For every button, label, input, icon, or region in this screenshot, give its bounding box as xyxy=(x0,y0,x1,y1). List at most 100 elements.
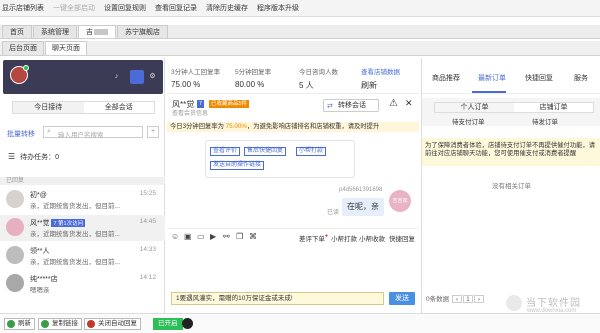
toolbar-show-stores[interactable]: 显示店铺列表 xyxy=(2,3,44,13)
list-item-name: 纯*****店 xyxy=(30,276,58,283)
sender-id: p4d5661391698 xyxy=(339,187,383,193)
folder-icon[interactable]: ▭ xyxy=(197,232,205,241)
rate-notice: 今日3分钟回复率为 75.00%，为避免影响店铺排名和店铺权重，请及时提升 xyxy=(167,122,419,132)
refresh-label: 刷新 xyxy=(18,320,31,327)
list-item[interactable]: 初*@ 15:25 亲，近期统售货发出，但目前... xyxy=(0,187,165,213)
receive-tool-button[interactable]: 小帮收款 xyxy=(359,233,385,243)
toolbar-reply-rules[interactable]: 设置回复规则 xyxy=(104,3,146,13)
tab-service[interactable]: 服务 xyxy=(574,73,588,83)
payout-tool-button[interactable]: 小帮打款 xyxy=(331,233,357,243)
payout-button[interactable]: 小帮打款 xyxy=(296,147,327,156)
settings-icon[interactable]: ⚙ xyxy=(149,73,156,80)
link-icon xyxy=(41,320,49,328)
tab-today[interactable]: 今日接待 xyxy=(13,102,84,113)
tab-system[interactable]: 系统管理 xyxy=(33,25,77,38)
github-icon[interactable] xyxy=(182,318,193,329)
list-item-message: 亲，近期统售货发出，但目前... xyxy=(30,203,120,210)
tab-latest-orders[interactable]: 最新订单 xyxy=(478,73,506,83)
online-status-badge: 已开启 xyxy=(153,318,183,330)
image-icon[interactable]: ▣ xyxy=(184,232,192,241)
tab-backend[interactable]: 后台页面 xyxy=(2,41,44,55)
link-icon[interactable]: ⚯ xyxy=(223,232,230,241)
tab-quick-reply[interactable]: 快捷回复 xyxy=(525,73,553,83)
search-row: 批量转移 ⌕ 输入用户名搜索 + xyxy=(5,126,163,139)
tab-shop-label: 吉 xyxy=(86,29,93,36)
pagination: 0条数据 ‹ 1 › xyxy=(425,295,484,304)
list-item-message: 亲，近期统售货发出，但目前... xyxy=(30,231,120,238)
send-button[interactable]: 发送 xyxy=(389,292,415,305)
stat-reply-label: 5分钟回复率 xyxy=(235,69,272,76)
list-item-name: 领**人 xyxy=(30,248,50,255)
visit-tag: 7 第1次访问 xyxy=(51,219,86,227)
toolbar-reply-records[interactable]: 查看回复记录 xyxy=(155,3,197,13)
list-item-message: 嗯嗯亲 xyxy=(30,287,50,294)
list-item[interactable]: 领**人 14:33 亲，近期统售货发出，但目前... xyxy=(0,243,165,269)
message-input[interactable]: 1要遇风灌实，需赠的10万保证金或未成! xyxy=(171,292,384,305)
prev-page[interactable]: ‹ xyxy=(451,295,462,303)
toolbar-upgrade[interactable]: 程序版本升级 xyxy=(257,3,299,13)
list-item-name: 风**觉 7 第1次访问 xyxy=(30,218,86,228)
top-tab-bar: 首页 系统管理 吉 苏宁旗舰店 xyxy=(0,25,600,39)
section-replied: 已回复 xyxy=(0,177,165,185)
video-icon[interactable]: ▶ xyxy=(210,232,216,241)
list-item-name-text: 风**觉 xyxy=(30,220,50,227)
pending-tasks[interactable]: ☰ 待办任务：0 xyxy=(8,152,59,162)
refresh-link[interactable]: 刷新 xyxy=(361,80,400,91)
pending-pay-label[interactable]: 待支付订单 xyxy=(452,116,485,126)
personal-orders-option[interactable]: 个人订单 xyxy=(435,103,514,112)
auto-reply-toggle-button[interactable]: 关闭自动回复 xyxy=(84,318,141,330)
toolbar-clear-cache[interactable]: 清除历史缓存 xyxy=(206,3,248,13)
conversation-filter-tabs: 今日接待 全部会话 xyxy=(12,101,155,114)
store-orders-option[interactable]: 店铺订单 xyxy=(514,103,593,112)
emoji-icon[interactable]: ☺ xyxy=(171,232,179,241)
copy-link-button[interactable]: 复制链接 xyxy=(38,318,82,330)
toolbar-start-all[interactable]: 一键全部启动 xyxy=(53,3,95,13)
bell-icon[interactable]: ♪ xyxy=(113,73,120,80)
stats-bar: 3分钟人工回复率 75.00 % 5分钟回复率 80.00 % 今日咨询人数 5 人 … xyxy=(167,58,419,94)
self-service-link-button[interactable]: 发送自助操作链接 xyxy=(210,161,265,170)
add-button[interactable]: + xyxy=(147,126,159,138)
list-item[interactable]: 纯*****店 14:12 嗯嗯亲 xyxy=(0,271,165,297)
quick-reply-tool-button[interactable]: 快捷回复 xyxy=(389,233,415,243)
pending-ship-label[interactable]: 待发订单 xyxy=(532,116,558,126)
stat-reply: 5分钟回复率 80.00 % xyxy=(235,66,271,89)
notice-text-b: ，为避免影响店铺排名和店铺权重，请及时提升 xyxy=(247,123,380,130)
list-item-selected[interactable]: 风**觉 7 第1次访问 14:45 亲，近期统售货发出，但目前... xyxy=(0,215,165,241)
copy-icon[interactable]: ❐ xyxy=(236,232,243,241)
next-page[interactable]: › xyxy=(473,295,484,303)
warning-icon[interactable]: ⚠ xyxy=(389,98,398,109)
aftersale-reply-button[interactable]: 售后快捷回复 xyxy=(244,147,287,156)
auto-reply-label: 关闭自动回复 xyxy=(98,320,137,327)
refresh-button[interactable]: 刷新 xyxy=(4,318,35,330)
quick-actions-card: 查看评价 售后快捷回复 小帮打款 发送自助操作链接 xyxy=(205,140,355,178)
page-number[interactable]: 1 xyxy=(462,295,473,303)
tab-product-recommend[interactable]: 商品推荐 xyxy=(432,73,460,83)
search-input[interactable]: ⌕ 输入用户名搜索 xyxy=(43,126,143,139)
bad-review-order-button[interactable]: 差评下单● xyxy=(299,233,328,243)
order-scope-toggle: 个人订单 店铺订单 xyxy=(434,102,594,113)
list-item-name: 初*@ xyxy=(30,192,47,199)
member-info-link[interactable]: 查看会员信息 xyxy=(172,108,208,117)
account-header: ♪ ⚙ xyxy=(3,60,163,94)
stat-manual: 3分钟人工回复率 75.00 % xyxy=(171,66,220,89)
tab-chat[interactable]: 聊天页面 xyxy=(45,41,87,55)
power-icon xyxy=(87,320,95,328)
transfer-button[interactable]: ⇄ 转移会话 xyxy=(323,99,379,112)
conversation-panel: ♪ ⚙ 今日接待 全部会话 批量转移 ⌕ 输入用户名搜索 + ☰ 待办任务：0 已回… xyxy=(0,58,165,313)
main-toolbar: 显示店铺列表 一键全部启动 设置回复规则 查看回复记录 清除历史缓存 程序版本升… xyxy=(0,0,600,17)
tag-icon[interactable]: ⌘ xyxy=(249,232,257,241)
batch-transfer-link[interactable]: 批量转移 xyxy=(7,129,35,139)
watermark-en: www.downxia.com xyxy=(527,308,577,314)
level-tag: 7 xyxy=(197,100,205,108)
tab-all[interactable]: 全部会话 xyxy=(84,102,155,113)
app-badge-icon[interactable] xyxy=(130,70,144,84)
store-avatar: 吉吉家 xyxy=(389,190,411,212)
tab-home[interactable]: 首页 xyxy=(2,25,32,38)
view-reviews-button[interactable]: 查看评价 xyxy=(210,147,241,156)
store-data-link[interactable]: 查看店铺数据 xyxy=(361,69,400,76)
tab-suning[interactable]: 苏宁旗舰店 xyxy=(117,25,168,38)
close-icon[interactable]: ✕ xyxy=(405,98,413,109)
tab-shop-active[interactable]: 吉 xyxy=(78,25,116,38)
stat-store[interactable]: 查看店铺数据 刷新 xyxy=(361,66,400,91)
account-avatar[interactable] xyxy=(10,65,29,84)
